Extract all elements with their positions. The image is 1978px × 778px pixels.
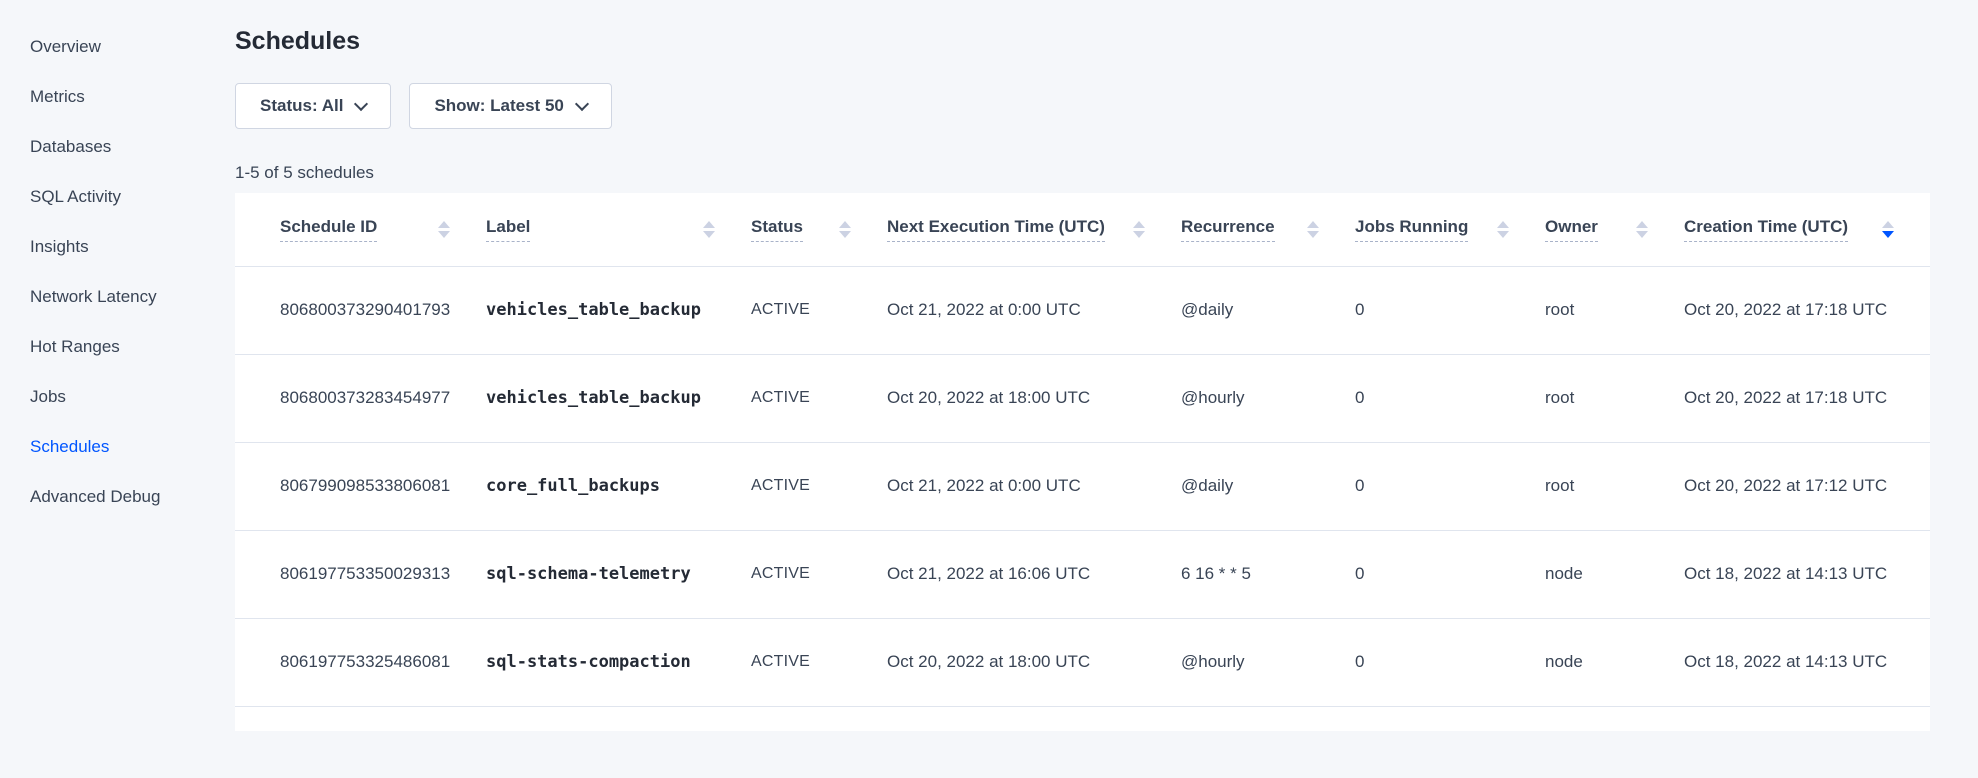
sort-arrows-icon bbox=[1307, 221, 1319, 238]
column-label: Creation Time (UTC) bbox=[1684, 217, 1848, 242]
sort-arrows-icon bbox=[1497, 221, 1509, 238]
sidebar-item-hot-ranges[interactable]: Hot Ranges bbox=[0, 322, 235, 372]
owner-cell: root bbox=[1545, 442, 1684, 530]
jobs-running-cell: 0 bbox=[1355, 354, 1545, 442]
recurrence-cell: @daily bbox=[1181, 266, 1355, 354]
column-header-owner[interactable]: Owner bbox=[1545, 193, 1684, 266]
owner-cell: root bbox=[1545, 266, 1684, 354]
label-cell: sql-stats-compaction bbox=[486, 618, 751, 706]
next-execution-cell: Oct 21, 2022 at 0:00 UTC bbox=[887, 442, 1181, 530]
filter-bar: Status: All Show: Latest 50 bbox=[235, 83, 1930, 129]
column-label: Next Execution Time (UTC) bbox=[887, 217, 1105, 242]
schedules-table: Schedule ID Label Status Next Execution Tim… bbox=[235, 193, 1930, 707]
results-count: 1-5 of 5 schedules bbox=[235, 162, 1930, 184]
jobs-running-cell: 0 bbox=[1355, 530, 1545, 618]
sidebar-item-advanced-debug[interactable]: Advanced Debug bbox=[0, 472, 235, 522]
jobs-running-cell: 0 bbox=[1355, 442, 1545, 530]
sidebar: OverviewMetricsDatabasesSQL ActivityInsi… bbox=[0, 0, 235, 778]
recurrence-cell: 6 16 * * 5 bbox=[1181, 530, 1355, 618]
sidebar-item-jobs[interactable]: Jobs bbox=[0, 372, 235, 422]
column-header-label[interactable]: Label bbox=[486, 193, 751, 266]
schedule-id-cell: 806800373290401793 bbox=[235, 266, 486, 354]
schedules-table-card: Schedule ID Label Status Next Execution Tim… bbox=[235, 193, 1930, 731]
status-cell: ACTIVE bbox=[751, 354, 887, 442]
table-row: 806197753350029313sql-schema-telemetryAC… bbox=[235, 530, 1930, 618]
label-cell: core_full_backups bbox=[486, 442, 751, 530]
table-header-row: Schedule ID Label Status Next Execution Tim… bbox=[235, 193, 1930, 266]
chevron-down-icon bbox=[575, 96, 589, 110]
table-row: 806197753325486081sql-stats-compactionAC… bbox=[235, 618, 1930, 706]
owner-cell: root bbox=[1545, 354, 1684, 442]
sidebar-item-schedules[interactable]: Schedules bbox=[0, 422, 235, 472]
label-cell: vehicles_table_backup bbox=[486, 266, 751, 354]
show-filter-label: Show: Latest 50 bbox=[434, 96, 563, 116]
status-filter-dropdown[interactable]: Status: All bbox=[235, 83, 391, 129]
card-footer-padding bbox=[235, 707, 1930, 731]
table-body: 806800373290401793vehicles_table_backupA… bbox=[235, 266, 1930, 706]
main-content: Schedules Status: All Show: Latest 50 1-… bbox=[235, 0, 1978, 778]
column-header-status[interactable]: Status bbox=[751, 193, 887, 266]
creation-time-cell: Oct 20, 2022 at 17:18 UTC bbox=[1684, 354, 1930, 442]
sidebar-item-network-latency[interactable]: Network Latency bbox=[0, 272, 235, 322]
recurrence-cell: @hourly bbox=[1181, 354, 1355, 442]
sort-arrows-icon bbox=[839, 221, 851, 238]
column-label: Jobs Running bbox=[1355, 217, 1468, 242]
app-root: OverviewMetricsDatabasesSQL ActivityInsi… bbox=[0, 0, 1978, 778]
status-cell: ACTIVE bbox=[751, 442, 887, 530]
column-label: Status bbox=[751, 217, 803, 242]
table-row: 806800373290401793vehicles_table_backupA… bbox=[235, 266, 1930, 354]
owner-cell: node bbox=[1545, 530, 1684, 618]
status-filter-label: Status: All bbox=[260, 96, 343, 116]
sort-arrows-icon bbox=[703, 221, 715, 238]
sort-arrows-icon bbox=[1636, 221, 1648, 238]
column-label: Recurrence bbox=[1181, 217, 1275, 242]
status-cell: ACTIVE bbox=[751, 618, 887, 706]
owner-cell: node bbox=[1545, 618, 1684, 706]
next-execution-cell: Oct 21, 2022 at 16:06 UTC bbox=[887, 530, 1181, 618]
schedule-id-cell: 806197753325486081 bbox=[235, 618, 486, 706]
recurrence-cell: @daily bbox=[1181, 442, 1355, 530]
sort-arrows-icon bbox=[1133, 221, 1145, 238]
show-filter-dropdown[interactable]: Show: Latest 50 bbox=[409, 83, 611, 129]
creation-time-cell: Oct 18, 2022 at 14:13 UTC bbox=[1684, 530, 1930, 618]
column-label: Owner bbox=[1545, 217, 1598, 242]
creation-time-cell: Oct 18, 2022 at 14:13 UTC bbox=[1684, 618, 1930, 706]
label-cell: vehicles_table_backup bbox=[486, 354, 751, 442]
creation-time-cell: Oct 20, 2022 at 17:18 UTC bbox=[1684, 266, 1930, 354]
sort-arrows-icon bbox=[1882, 221, 1894, 238]
column-header-creation-time-utc[interactable]: Creation Time (UTC) bbox=[1684, 193, 1930, 266]
table-row: 806800373283454977vehicles_table_backupA… bbox=[235, 354, 1930, 442]
next-execution-cell: Oct 20, 2022 at 18:00 UTC bbox=[887, 354, 1181, 442]
status-cell: ACTIVE bbox=[751, 266, 887, 354]
column-label: Schedule ID bbox=[280, 217, 377, 242]
jobs-running-cell: 0 bbox=[1355, 266, 1545, 354]
sidebar-item-insights[interactable]: Insights bbox=[0, 222, 235, 272]
sidebar-item-sql-activity[interactable]: SQL Activity bbox=[0, 172, 235, 222]
schedule-id-cell: 806197753350029313 bbox=[235, 530, 486, 618]
recurrence-cell: @hourly bbox=[1181, 618, 1355, 706]
status-cell: ACTIVE bbox=[751, 530, 887, 618]
label-cell: sql-schema-telemetry bbox=[486, 530, 751, 618]
table-row: 806799098533806081core_full_backupsACTIV… bbox=[235, 442, 1930, 530]
sidebar-item-overview[interactable]: Overview bbox=[0, 22, 235, 72]
schedule-id-cell: 806799098533806081 bbox=[235, 442, 486, 530]
column-label: Label bbox=[486, 217, 530, 242]
sidebar-item-databases[interactable]: Databases bbox=[0, 122, 235, 172]
sidebar-item-metrics[interactable]: Metrics bbox=[0, 72, 235, 122]
column-header-next-execution-time-utc[interactable]: Next Execution Time (UTC) bbox=[887, 193, 1181, 266]
page-title: Schedules bbox=[235, 26, 1930, 56]
column-header-schedule-id[interactable]: Schedule ID bbox=[235, 193, 486, 266]
next-execution-cell: Oct 20, 2022 at 18:00 UTC bbox=[887, 618, 1181, 706]
sort-arrows-icon bbox=[438, 221, 450, 238]
column-header-recurrence[interactable]: Recurrence bbox=[1181, 193, 1355, 266]
jobs-running-cell: 0 bbox=[1355, 618, 1545, 706]
next-execution-cell: Oct 21, 2022 at 0:00 UTC bbox=[887, 266, 1181, 354]
column-header-jobs-running[interactable]: Jobs Running bbox=[1355, 193, 1545, 266]
creation-time-cell: Oct 20, 2022 at 17:12 UTC bbox=[1684, 442, 1930, 530]
chevron-down-icon bbox=[354, 96, 368, 110]
schedule-id-cell: 806800373283454977 bbox=[235, 354, 486, 442]
